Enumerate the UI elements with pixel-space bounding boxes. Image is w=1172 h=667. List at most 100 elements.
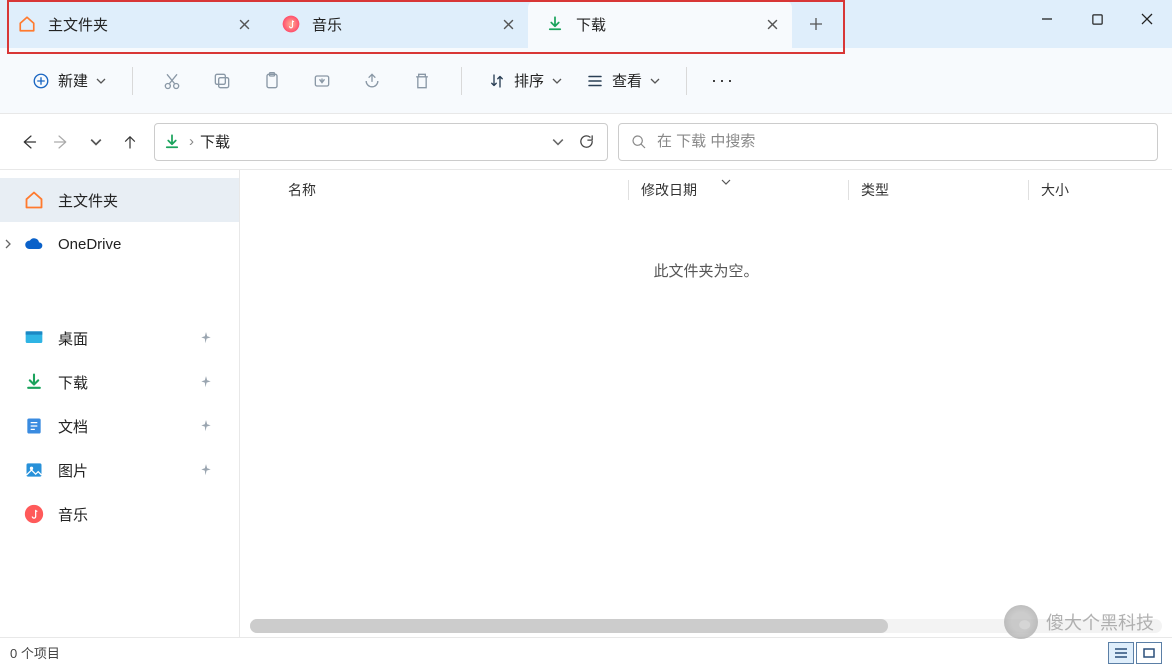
- sidebar-item-desktop[interactable]: 桌面: [0, 316, 239, 360]
- address-path: › 下载: [189, 131, 544, 152]
- desktop-icon: [24, 328, 44, 348]
- back-button[interactable]: [14, 128, 42, 156]
- window-controls: [1022, 0, 1172, 38]
- cloud-icon: [24, 234, 44, 254]
- tab-downloads[interactable]: 下载: [528, 0, 792, 48]
- sidebar-item-label: 下载: [58, 372, 88, 393]
- search-icon: [631, 134, 647, 150]
- column-size[interactable]: 大小: [1028, 180, 1069, 200]
- separator: [461, 67, 462, 95]
- music-icon: [282, 15, 300, 33]
- pin-icon: [199, 463, 213, 477]
- more-button[interactable]: ···: [703, 70, 743, 91]
- share-button[interactable]: [349, 61, 395, 101]
- column-name[interactable]: 名称: [288, 180, 628, 200]
- sidebar: 主文件夹 OneDrive 桌面 下载: [0, 170, 240, 637]
- download-icon: [546, 15, 564, 33]
- pin-icon: [199, 419, 213, 433]
- paste-button[interactable]: [249, 61, 295, 101]
- current-folder: 下载: [200, 131, 230, 152]
- close-icon[interactable]: [236, 16, 252, 32]
- download-icon: [163, 133, 181, 151]
- separator: [132, 67, 133, 95]
- empty-folder-message: 此文件夹为空。: [240, 260, 1172, 281]
- tab-label: 下载: [576, 14, 752, 35]
- close-window-button[interactable]: [1122, 0, 1172, 38]
- sidebar-item-home[interactable]: 主文件夹: [0, 178, 239, 222]
- music-icon: [24, 504, 44, 524]
- close-icon[interactable]: [500, 16, 516, 32]
- chevron-down-icon: [96, 78, 106, 84]
- column-headers: 名称 修改日期 类型 大小: [240, 170, 1172, 210]
- tab-music[interactable]: 音乐: [264, 0, 528, 48]
- view-button[interactable]: 查看: [576, 64, 670, 97]
- sidebar-item-music[interactable]: 音乐: [0, 492, 239, 536]
- documents-icon: [24, 416, 44, 436]
- maximize-button[interactable]: [1072, 0, 1122, 38]
- icons-view-button[interactable]: [1136, 642, 1162, 664]
- address-bar[interactable]: › 下载: [154, 123, 608, 161]
- sort-icon: [488, 72, 506, 90]
- watermark-text: 傻大个黑科技: [1046, 609, 1154, 635]
- forward-button[interactable]: [48, 128, 76, 156]
- cut-button[interactable]: [149, 61, 195, 101]
- copy-button[interactable]: [199, 61, 245, 101]
- watermark: 傻大个黑科技: [1004, 605, 1154, 639]
- search-input[interactable]: [657, 133, 1145, 150]
- chevron-right-icon[interactable]: [4, 239, 12, 249]
- new-tab-button[interactable]: [798, 6, 834, 42]
- sidebar-item-documents[interactable]: 文档: [0, 404, 239, 448]
- sidebar-item-label: 文档: [58, 416, 88, 437]
- content-area: 名称 修改日期 类型 大小 此文件夹为空。: [240, 170, 1172, 637]
- sidebar-item-downloads[interactable]: 下载: [0, 360, 239, 404]
- column-type[interactable]: 类型: [848, 180, 1028, 200]
- chevron-down-icon: [552, 78, 562, 84]
- toolbar: 新建 排序 查看 ···: [0, 48, 1172, 114]
- minimize-button[interactable]: [1022, 0, 1072, 38]
- main-area: 主文件夹 OneDrive 桌面 下载: [0, 170, 1172, 637]
- view-icon: [586, 72, 604, 90]
- details-view-button[interactable]: [1108, 642, 1134, 664]
- sort-button[interactable]: 排序: [478, 64, 572, 97]
- home-icon: [18, 15, 36, 33]
- rename-button[interactable]: [299, 61, 345, 101]
- sidebar-item-onedrive[interactable]: OneDrive: [0, 222, 239, 266]
- delete-button[interactable]: [399, 61, 445, 101]
- tab-bar: 主文件夹 音乐 下载: [0, 0, 1172, 48]
- download-icon: [24, 372, 44, 392]
- scrollbar-thumb[interactable]: [250, 619, 888, 633]
- new-button[interactable]: 新建: [22, 64, 116, 97]
- status-bar: 0 个项目: [0, 637, 1172, 667]
- recent-button[interactable]: [82, 128, 110, 156]
- up-button[interactable]: [116, 128, 144, 156]
- sidebar-item-label: 图片: [58, 460, 88, 481]
- pin-icon: [199, 331, 213, 345]
- chevron-down-icon: [650, 78, 660, 84]
- tab-label: 主文件夹: [48, 14, 224, 35]
- plus-circle-icon: [32, 72, 50, 90]
- item-count: 0 个项目: [10, 643, 60, 662]
- home-icon: [24, 190, 44, 210]
- new-label: 新建: [58, 70, 88, 91]
- refresh-button[interactable]: [574, 129, 599, 154]
- wechat-icon: [1004, 605, 1038, 639]
- sidebar-item-label: OneDrive: [58, 236, 121, 253]
- separator: [686, 67, 687, 95]
- navigation-bar: › 下载: [0, 114, 1172, 170]
- view-label: 查看: [612, 70, 642, 91]
- close-icon[interactable]: [764, 16, 780, 32]
- chevron-down-icon[interactable]: [552, 138, 564, 146]
- tab-home-folder[interactable]: 主文件夹: [0, 0, 264, 48]
- sidebar-item-label: 桌面: [58, 328, 88, 349]
- pictures-icon: [24, 460, 44, 480]
- pin-icon: [199, 375, 213, 389]
- tab-label: 音乐: [312, 14, 488, 35]
- sort-label: 排序: [514, 70, 544, 91]
- search-bar[interactable]: [618, 123, 1158, 161]
- sidebar-item-label: 主文件夹: [58, 190, 118, 211]
- sidebar-item-label: 音乐: [58, 504, 88, 525]
- chevron-down-icon: [721, 179, 731, 185]
- column-date[interactable]: 修改日期: [628, 180, 848, 200]
- breadcrumb-separator: ›: [189, 133, 194, 150]
- sidebar-item-pictures[interactable]: 图片: [0, 448, 239, 492]
